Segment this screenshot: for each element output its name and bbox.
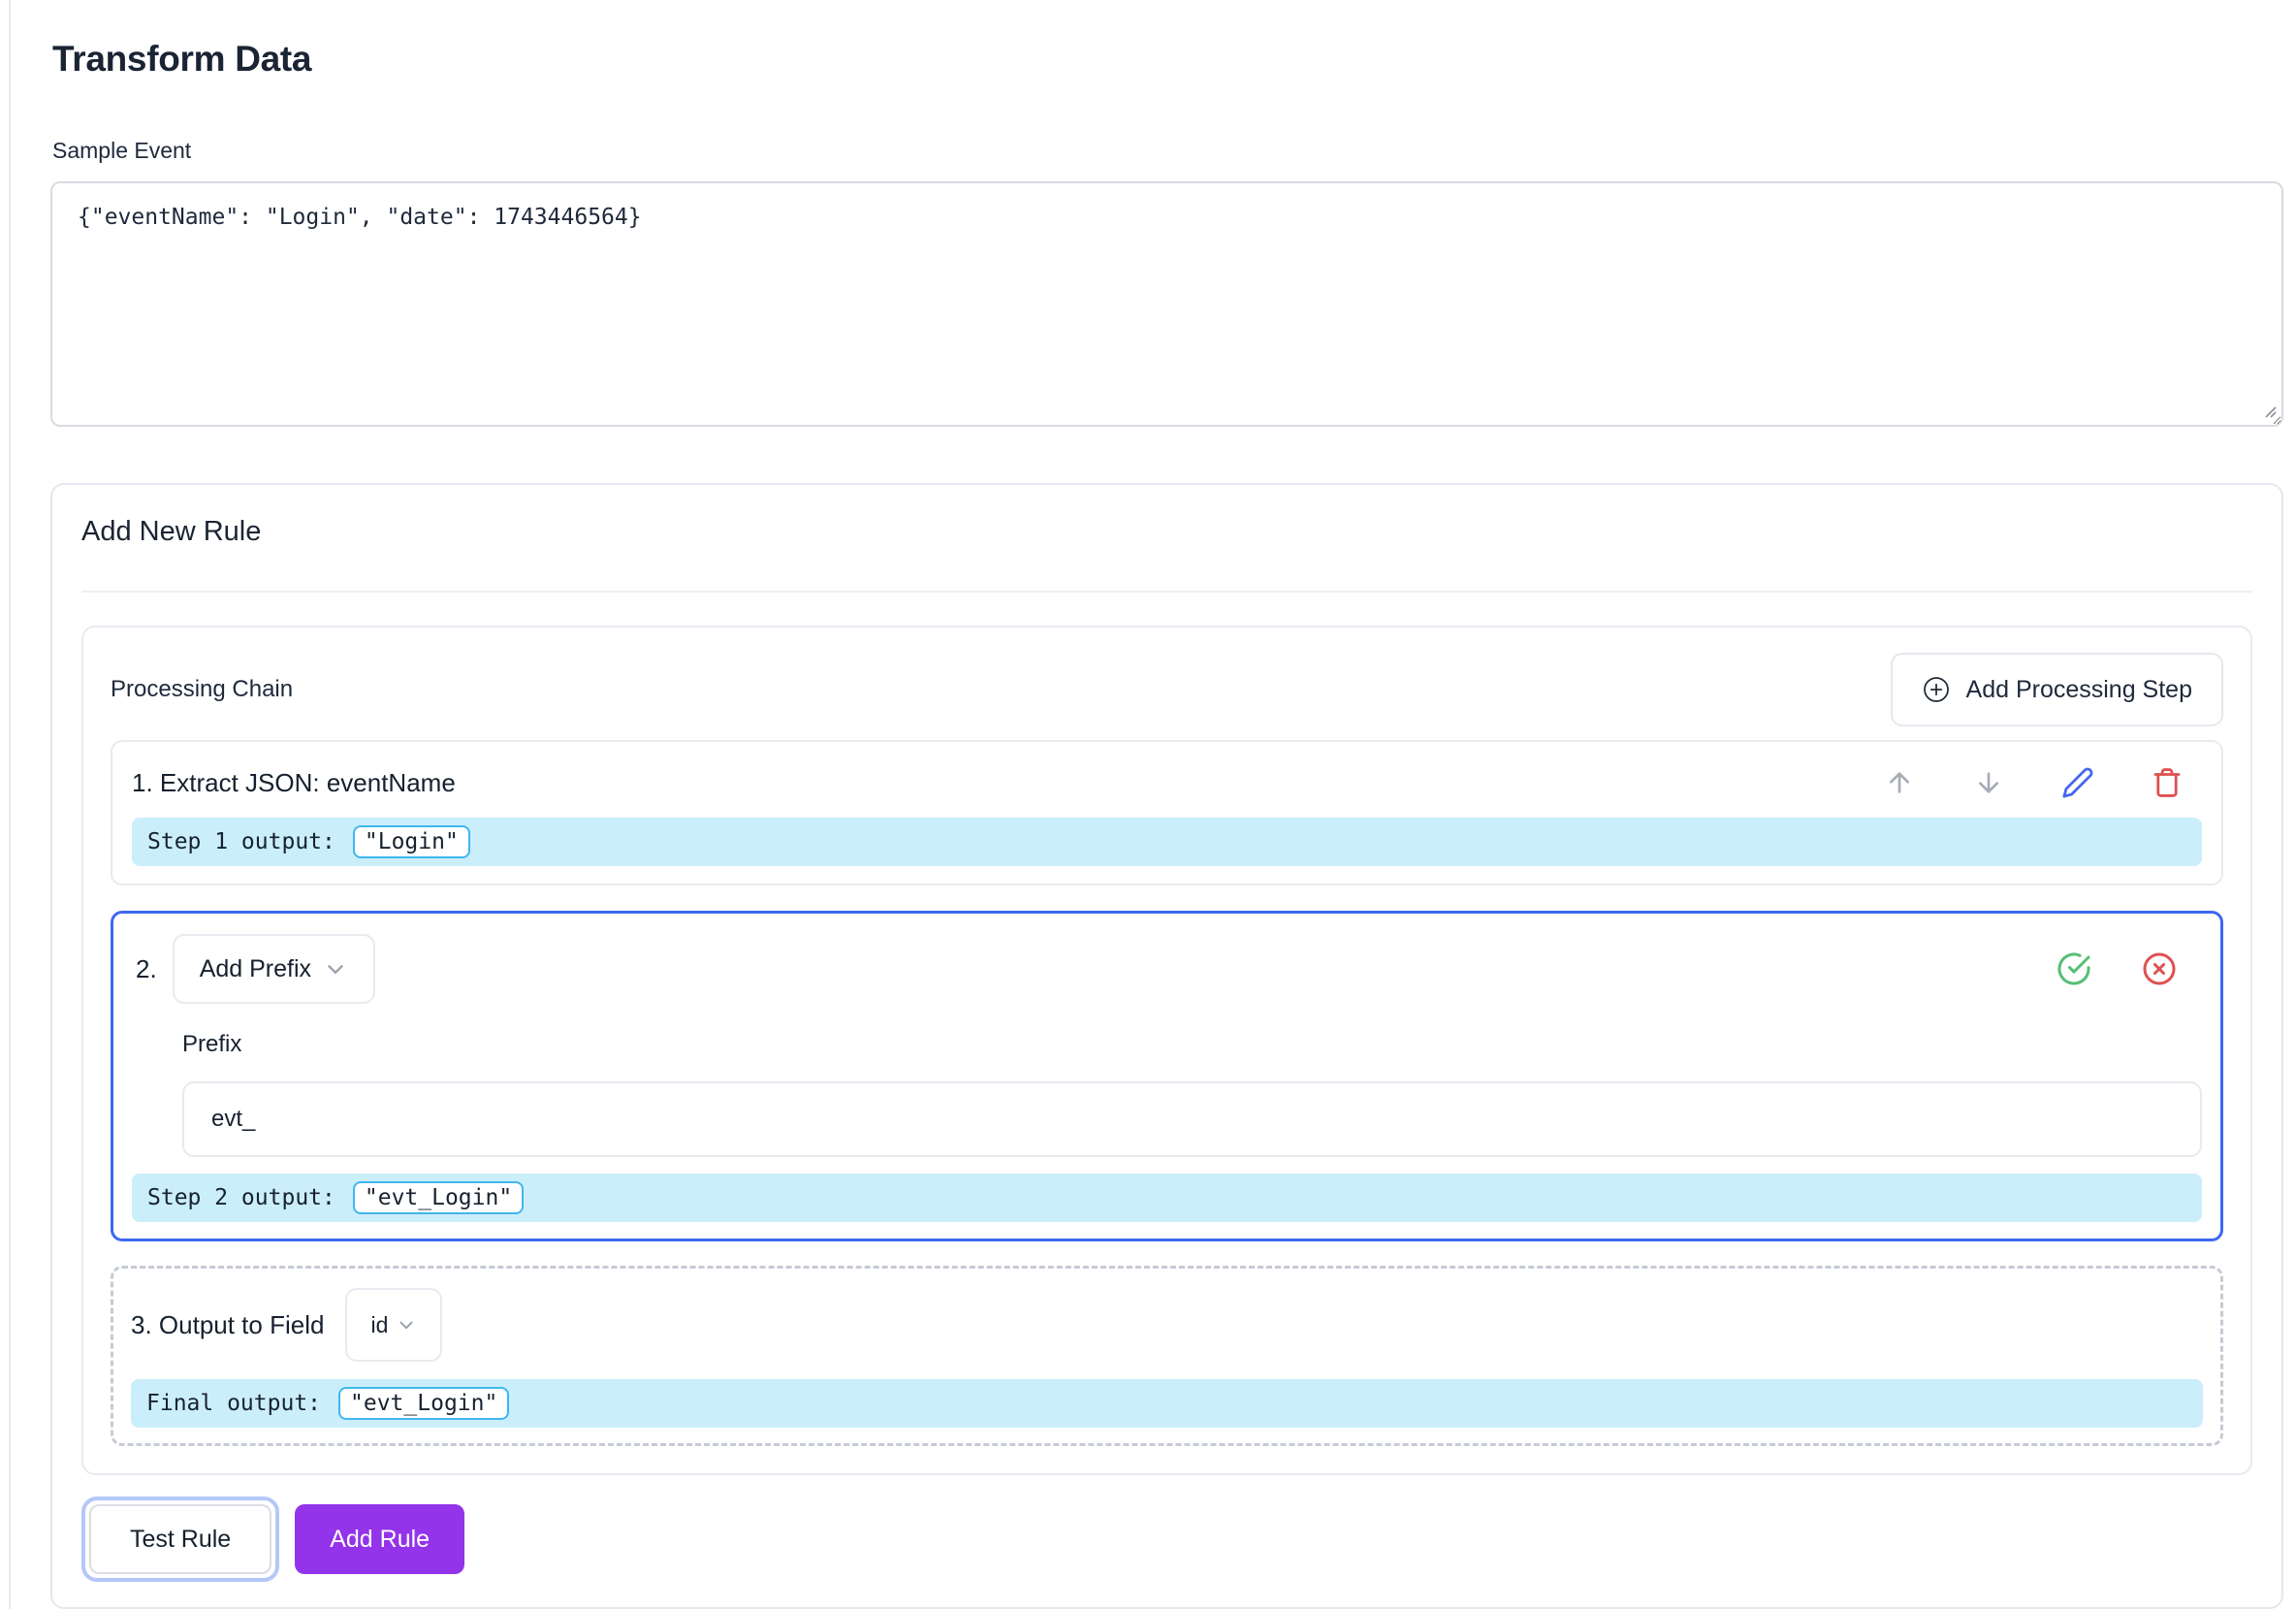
step-2-output-label: Step 2 output:: [147, 1185, 335, 1210]
test-rule-focus-ring: Test Rule: [81, 1496, 279, 1582]
delete-step-button[interactable]: [2150, 765, 2184, 800]
step-1-output-banner: Step 1 output: "Login": [132, 818, 2202, 866]
arrow-up-icon: [1884, 767, 1915, 798]
step-card-2: 2. Add Prefix: [111, 911, 2223, 1241]
final-output-label: Final output:: [146, 1391, 321, 1416]
add-new-rule-heading: Add New Rule: [81, 516, 2252, 548]
check-circle-icon: [2057, 951, 2091, 986]
cancel-step-button[interactable]: [2142, 951, 2177, 986]
transform-data-page: Transform Data Sample Event {"eventName"…: [9, 0, 2296, 1609]
step-2-row: 2. Add Prefix: [132, 934, 2202, 1004]
output-field-dropdown[interactable]: id: [345, 1288, 442, 1362]
step-1-output-value: "Login": [353, 825, 470, 858]
step-type-dropdown[interactable]: Add Prefix: [173, 934, 375, 1004]
step-type-selected: Add Prefix: [200, 955, 311, 983]
plus-circle-icon: [1922, 675, 1951, 704]
test-rule-button[interactable]: Test Rule: [89, 1504, 271, 1574]
final-output-banner: Final output: "evt_Login": [131, 1379, 2203, 1428]
output-field-selected: id: [370, 1312, 388, 1338]
processing-chain-title: Processing Chain: [111, 676, 293, 703]
sample-event-textarea[interactable]: {"eventName": "Login", "date": 174344656…: [50, 181, 2283, 427]
step-2-number: 2.: [136, 954, 157, 984]
rule-actions: Test Rule Add Rule: [81, 1496, 2252, 1582]
prefix-label: Prefix: [182, 1031, 241, 1057]
add-processing-step-button[interactable]: Add Processing Step: [1891, 653, 2223, 726]
step-1-output-label: Step 1 output:: [147, 829, 335, 854]
chevron-down-icon: [323, 956, 348, 981]
card-divider: [81, 591, 2252, 593]
confirm-step-button[interactable]: [2057, 951, 2091, 986]
step-3-head: 3. Output to Field id: [131, 1288, 2203, 1362]
trash-icon: [2151, 766, 2184, 799]
x-circle-icon: [2142, 951, 2177, 986]
sample-event-wrap: {"eventName": "Login", "date": 174344656…: [50, 181, 2283, 427]
page-title: Transform Data: [52, 39, 2283, 80]
final-output-value: "evt_Login": [338, 1387, 509, 1420]
step-1-row: 1. Extract JSON: eventName: [132, 765, 2202, 800]
pencil-icon: [2061, 766, 2094, 799]
step-2-output-value: "evt_Login": [353, 1181, 524, 1214]
step-1-title: 1. Extract JSON: eventName: [132, 768, 456, 798]
sample-event-label: Sample Event: [52, 138, 2283, 164]
step-3-title: 3. Output to Field: [131, 1310, 324, 1340]
step-1-icon-row: [1882, 765, 2184, 800]
step-card-1: 1. Extract JSON: eventName: [111, 740, 2223, 885]
step-2-output-banner: Step 2 output: "evt_Login": [132, 1174, 2202, 1222]
move-step-down-button[interactable]: [1971, 765, 2006, 800]
step-2-icon-row: [2057, 951, 2177, 986]
add-new-rule-card: Add New Rule Processing Chain Add Proces…: [50, 483, 2283, 1609]
step-2-head: 2. Add Prefix: [132, 934, 375, 1004]
move-step-up-button[interactable]: [1882, 765, 1917, 800]
prefix-input[interactable]: [182, 1081, 2202, 1157]
arrow-down-icon: [1973, 767, 2004, 798]
edit-step-button[interactable]: [2060, 765, 2095, 800]
processing-chain-panel: Processing Chain Add Processing Step 1. …: [81, 626, 2252, 1475]
add-processing-step-label: Add Processing Step: [1966, 676, 2192, 704]
prefix-form-group: Prefix: [182, 1031, 2202, 1157]
processing-chain-header: Processing Chain Add Processing Step: [111, 653, 2223, 726]
add-rule-button[interactable]: Add Rule: [295, 1504, 464, 1574]
step-card-3: 3. Output to Field id Final output: "evt…: [111, 1266, 2223, 1446]
chevron-down-icon: [396, 1314, 417, 1335]
